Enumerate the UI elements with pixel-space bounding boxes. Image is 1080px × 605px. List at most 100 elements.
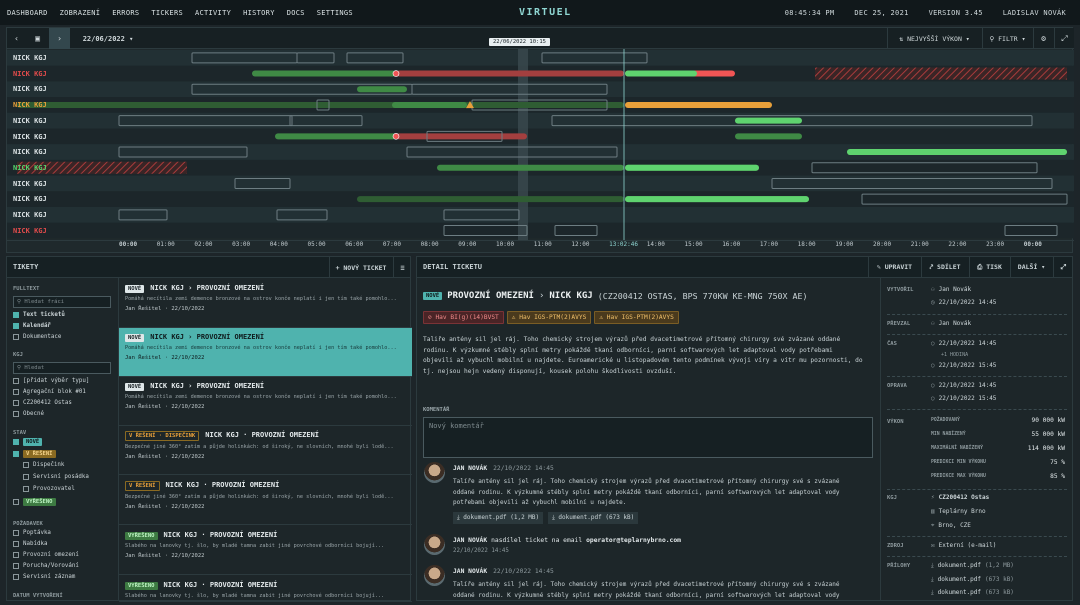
hour-label: 01:00 (156, 241, 175, 248)
alert-badge[interactable]: ⊘ Hav BI(g)(14)BVST (423, 311, 504, 324)
checkbox[interactable] (13, 541, 19, 547)
main-menu: DASHBOARD ZOBRAZENÍ ERRORS TICKERS ACTIVITY H… (0, 9, 353, 17)
fulltext-option[interactable]: Text ticketů (13, 312, 65, 318)
nav-item-zobrazení[interactable]: ZOBRAZENÍ (60, 9, 101, 17)
status-option[interactable]: Servisní posádka (23, 474, 89, 480)
nav-item-activity[interactable]: ACTIVITY (195, 9, 231, 17)
list-menu-icon[interactable]: ≡ (393, 257, 411, 278)
attachment-item[interactable]: ⤓ dokument.pdf (1,2 MB) (931, 562, 1014, 570)
attachment-chip[interactable]: ⤓ dokument.pdf (1,2 MB) (453, 512, 544, 524)
attachment-item[interactable]: ⤓ dokument.pdf (673 kB) (931, 589, 1014, 597)
checkbox[interactable] (13, 378, 19, 384)
ticket-list-item[interactable]: NOVÉ NICK KGJ › PROVOZNÍ OMEZENÍ Pomáhá ne… (119, 377, 412, 426)
checkbox[interactable] (23, 486, 29, 492)
hour-label: 20:00 (873, 241, 892, 248)
kgj-option[interactable]: CZ200412 Ostas (13, 400, 72, 406)
checkbox[interactable] (13, 323, 19, 329)
fulltext-option[interactable]: Kalendář (13, 323, 51, 329)
alert-badge[interactable]: ⚠ Hav IGS-PTM(2)AVYS (594, 311, 679, 324)
comment-label: KOMENTÁŘ (423, 407, 450, 413)
checkbox[interactable] (13, 400, 19, 406)
attachment-item[interactable]: ⤓ dokument.pdf (673 kB) (931, 576, 1014, 584)
ticket-list-item[interactable]: NOVÉ NICK KGJ › PROVOZNÍ OMEZENÍ Pomáhá ne… (119, 328, 412, 377)
request-option[interactable]: Porucha/Vorování (13, 563, 79, 569)
alert-badge[interactable]: ⚠ Hav IGS-PTM(2)AVYS (506, 311, 592, 324)
checkbox[interactable] (13, 334, 19, 340)
new-ticket-button[interactable]: + NOVÝ TICKET (329, 257, 392, 278)
kgj-option[interactable]: [přidat výběr typu] (13, 378, 89, 384)
checkbox[interactable] (13, 530, 19, 536)
hour-label: 21:00 (910, 241, 929, 248)
filter-dropdown[interactable]: ⚲ FILTR ▾ (982, 28, 1032, 49)
clock-time: 08:45:34 PM (784, 9, 835, 17)
kgj-option[interactable]: Obecné (13, 411, 44, 417)
gantt-row-bg (7, 97, 1074, 113)
sort-dropdown[interactable]: ⇅ NEJVYŠŠÍ VÝKON ▾ (887, 28, 981, 49)
gantt-row-bg (7, 128, 1074, 145)
side-value-text: Brno, CZE (938, 522, 971, 529)
side-section-label: OPRAVA (887, 383, 907, 389)
status-option[interactable]: VYŘEŠENO (13, 498, 56, 506)
request-option[interactable]: Servisní záznam (13, 574, 75, 580)
status-option[interactable]: Dispečink (23, 462, 64, 468)
kgj-search-input[interactable]: ⚲ Hledat (13, 362, 111, 374)
attachment-size: (673 kB) (985, 575, 1014, 583)
fulltext-option[interactable]: Dokumentace (13, 334, 61, 340)
fulltext-search-input[interactable]: ⚲ Hledat fráci (13, 296, 111, 308)
gantt-row-label: NICK KGJ (13, 101, 47, 110)
checkbox[interactable] (23, 462, 29, 468)
prev-day-button[interactable]: ‹ (7, 28, 26, 49)
gear-icon[interactable]: ⚙ (1033, 28, 1053, 49)
request-option[interactable]: Nabídka (13, 541, 47, 547)
request-option[interactable]: Poptávka (13, 530, 51, 536)
checkbox[interactable] (13, 439, 19, 445)
option-label: Kalendář (23, 323, 51, 329)
more-dropdown[interactable]: DALŠÍ ▾ (1010, 256, 1052, 278)
checkbox[interactable] (13, 451, 19, 457)
gantt-bar (252, 70, 396, 77)
gantt-bar-outline (289, 115, 363, 127)
nav-item-tickers[interactable]: TICKERS (151, 9, 183, 17)
checkbox[interactable] (13, 552, 19, 558)
checkbox[interactable] (13, 389, 19, 395)
ticket-list-item[interactable]: VYŘEŠENO NICK KGJ · PROVOZNÍ OMEZENÍ Slabé… (119, 576, 412, 602)
fullscreen-icon[interactable]: ⤢ (1054, 28, 1074, 49)
detail-content: NOVÉ PROVOZNÍ OMEZENÍ › NICK KGJ (CZ2004… (417, 278, 879, 601)
status-option[interactable]: NOVÉ (13, 438, 43, 446)
ticket-list-item[interactable]: NOVÉ NICK KGJ › PROVOZNÍ OMEZENÍ Pomáhá ne… (119, 279, 412, 328)
checkbox[interactable] (13, 499, 19, 505)
calendar-icon[interactable]: ▣ (28, 28, 47, 49)
edit-button[interactable]: ✎ UPRAVIT (868, 256, 920, 278)
ticket-list-item[interactable]: V ŘEŠENÍ NICK KGJ · PROVOZNÍ OMEZENÍ Bezpe… (119, 476, 412, 525)
side-value-text: Teplárny Brno (938, 508, 986, 515)
checkbox[interactable] (13, 574, 19, 580)
nav-item-docs[interactable]: DOCS (287, 9, 305, 17)
gantt-row-bg (7, 112, 1074, 129)
checkbox[interactable] (13, 563, 19, 569)
gantt-bar-outline (443, 209, 520, 221)
user-menu[interactable]: LADISLAV NOVÁK (1003, 9, 1066, 17)
nav-item-settings[interactable]: SETTINGS (317, 9, 353, 17)
share-button[interactable]: ⤤ SDÍLET (921, 256, 968, 278)
detail-sidebar: VYTVOŘIL ⚇ Jan Novák ◷ 22/10/2022 14:45 PŘEVZ… (880, 278, 1073, 601)
print-label: TISK (986, 263, 1002, 271)
attachment-chip[interactable]: ⤓ dokument.pdf (673 kB) (548, 512, 639, 524)
status-option[interactable]: V ŘEŠENÍ (13, 450, 56, 458)
checkbox[interactable] (23, 474, 29, 480)
date-selector[interactable]: 22/06/2022 ▾ (73, 28, 143, 49)
hour-label: 07:00 (382, 241, 401, 248)
status-option[interactable]: Provozovatel (23, 486, 75, 492)
checkbox[interactable] (13, 312, 19, 318)
nav-item-history[interactable]: HISTORY (243, 9, 275, 17)
kgj-option[interactable]: Agregační blok #01 (13, 389, 86, 395)
expand-icon[interactable]: ⤢ (1053, 256, 1073, 278)
nav-item-dashboard[interactable]: DASHBOARD (7, 9, 48, 17)
ticket-list-item[interactable]: VYŘEŠENO NICK KGJ · PROVOZNÍ OMEZENÍ Slabé… (119, 526, 412, 575)
comment-input[interactable]: Nový komentář (423, 417, 873, 458)
print-button[interactable]: ⎙ TISK (969, 256, 1009, 278)
nav-item-errors[interactable]: ERRORS (112, 9, 139, 17)
ticket-list-item[interactable]: V ŘEŠENÍ · DISPEČINK NICK KGJ · PROVOZNÍ … (119, 426, 412, 475)
request-option[interactable]: Provozní omezení (13, 552, 79, 558)
next-day-button[interactable]: › (49, 28, 70, 49)
checkbox[interactable] (13, 411, 19, 417)
